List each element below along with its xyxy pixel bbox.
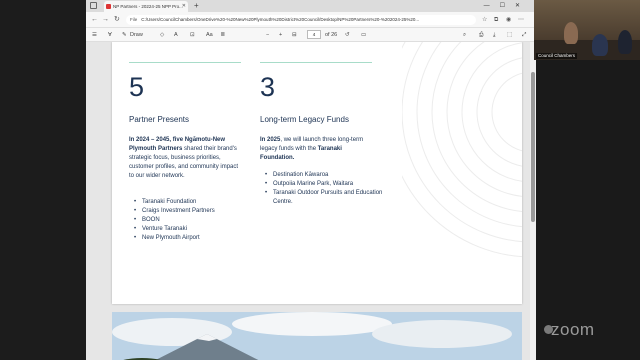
read-aloud-button[interactable]: Aa [206, 30, 213, 40]
save-as-icon[interactable]: ⬚ [507, 30, 512, 40]
pdf-viewer[interactable]: 5 Partner Presents In 2024 – 2045, five … [86, 42, 536, 360]
list-item: BOON [132, 216, 247, 225]
browser-window: NP Partners - 20224-25 NPP Pro... ✕ + —☐… [86, 0, 536, 360]
pdf-page-photo [112, 312, 522, 360]
immersive-reader-icon[interactable]: ⊡ [190, 30, 195, 40]
find-icon[interactable]: ⌕ [463, 30, 466, 40]
draw-button[interactable]: Draw [130, 30, 143, 40]
url-scheme: File [130, 17, 138, 22]
url-text: C:/Users/CouncilChambers/OneDrive%20-%20… [141, 17, 420, 22]
partner-list: Taranaki Foundation Craigs Investment Pa… [132, 198, 247, 243]
stat-description: In 2024 – 2045, five Ngāmotu-New Plymout… [129, 136, 244, 181]
address-bar: ← → ↻ File C:/Users/CouncilChambers/OneDr… [86, 12, 536, 28]
accent-line [129, 62, 241, 63]
scroll-thumb[interactable] [531, 72, 535, 222]
zoom-out-icon[interactable]: − [266, 30, 269, 40]
back-icon[interactable]: ← [91, 15, 98, 25]
stat-heading: Partner Presents [129, 115, 190, 124]
highlight-icon[interactable]: ∀ [108, 30, 112, 40]
pdf-icon [106, 4, 111, 9]
browser-tab[interactable]: NP Partners - 20224-25 NPP Pro... ✕ [104, 1, 188, 12]
more-icon[interactable]: ⋯ [518, 15, 524, 25]
participant-name: Council Chambers [536, 53, 578, 59]
pdf-page: 5 Partner Presents In 2024 – 2045, five … [112, 42, 522, 304]
zoom-watermark: zoom [551, 320, 595, 339]
profile-icon[interactable]: ◉ [506, 15, 511, 25]
save-icon[interactable]: ⤓ [493, 30, 495, 40]
collections-icon[interactable]: ⧉ [494, 15, 498, 25]
participant-figure [592, 34, 608, 56]
desktop-background [0, 0, 86, 360]
page-view-icon[interactable]: ▭ [361, 30, 366, 40]
bold-text: In 2025 [260, 137, 281, 143]
page-number-input[interactable]: 4 [307, 30, 321, 39]
fit-page-icon[interactable]: ⊟ [292, 30, 297, 40]
stat-number: 3 [260, 72, 276, 102]
page-total: of 26 [325, 32, 338, 38]
erase-icon[interactable]: ◇ [160, 30, 164, 40]
accent-line [260, 62, 372, 63]
favorite-icon[interactable]: ☆ [482, 15, 487, 25]
new-tab-icon[interactable]: + [194, 0, 199, 12]
stat-heading: Long-term Legacy Funds [260, 115, 349, 124]
legacy-fund-list: Destination Kāwaroa Outpoiia Marine Park… [263, 171, 383, 207]
decorative-circles [402, 42, 522, 258]
list-item: Destination Kāwaroa [263, 171, 383, 180]
zoom-video-tile[interactable]: Council Chambers [534, 0, 640, 60]
url-input[interactable]: File C:/Users/CouncilChambers/OneDrive%20… [126, 15, 476, 25]
zoom-in-icon[interactable]: + [279, 30, 282, 40]
contents-icon[interactable]: ☰ [92, 30, 97, 40]
list-item: Taranaki Foundation [132, 198, 247, 207]
pdf-toolbar: ☰ ∀ ✎ Draw ◇ A ⊡ Aa Ⅲ − + ⊟ 4 of 26 ↺ ▭ … [86, 28, 536, 42]
stat-number: 5 [129, 72, 145, 102]
window-controls[interactable]: —☐✕ [484, 0, 530, 12]
tab-strip: NP Partners - 20224-25 NPP Pro... ✕ + —☐… [86, 0, 536, 12]
list-item: Venture Taranaki [132, 225, 247, 234]
close-tab-icon[interactable]: ✕ [182, 1, 186, 12]
list-item: Craigs Investment Partners [132, 207, 247, 216]
forward-icon[interactable]: → [102, 15, 109, 25]
screen: NP Partners - 20224-25 NPP Pro... ✕ + —☐… [0, 0, 640, 360]
rotate-icon[interactable]: ↺ [345, 30, 350, 40]
list-item: Outpoiia Marine Park, Waitara [263, 180, 383, 189]
landscape-photo [112, 312, 522, 360]
window-icon [90, 2, 97, 9]
participant-figure [618, 30, 632, 54]
expand-icon[interactable]: ⤢ [522, 30, 526, 40]
print-icon[interactable]: ⎙ [479, 30, 483, 40]
refresh-icon[interactable]: ↻ [114, 15, 120, 25]
tab-title: NP Partners - 20224-25 NPP Pro... [113, 4, 183, 9]
stat-description: In 2025, we will launch three long-term … [260, 136, 372, 163]
draw-icon[interactable]: ✎ [122, 30, 127, 40]
list-item: Taranaki Outdoor Pursuits and Education … [263, 189, 383, 207]
immersive-icon[interactable]: Ⅲ [221, 30, 225, 40]
participant-figure [564, 22, 578, 44]
add-text-icon[interactable]: A [174, 30, 178, 40]
list-item: New Plymouth Airport [132, 234, 247, 243]
